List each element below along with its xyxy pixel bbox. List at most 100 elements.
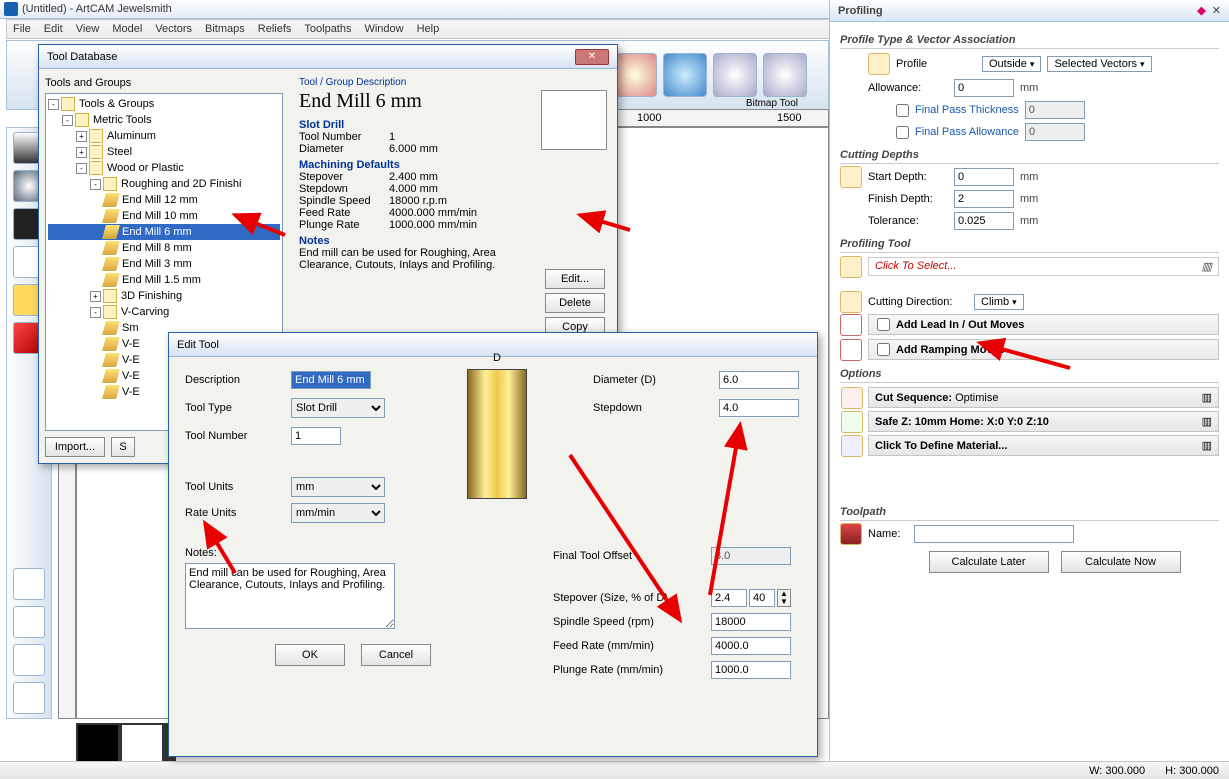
tool-preview-image [467,369,527,499]
tool-rect[interactable] [13,568,45,600]
menu-model[interactable]: Model [112,23,142,35]
stepover-size-input[interactable] [711,589,747,607]
tree-item[interactable]: End Mill 12 mm [48,192,280,208]
tree-item[interactable]: End Mill 10 mm [48,208,280,224]
cutting-direction-dropdown[interactable]: Climb [974,294,1024,310]
tree-item[interactable]: -V-Carving [48,304,280,320]
plunge-rate-input[interactable] [711,661,791,679]
ok-button[interactable]: OK [275,644,345,666]
rate-units-select[interactable]: mm/min [291,503,385,523]
rateunits-label: Rate Units [185,507,285,519]
tree-item[interactable]: +Aluminum [48,128,280,144]
diameter-input[interactable] [719,371,799,389]
menu-bitmaps[interactable]: Bitmaps [205,23,245,35]
s-button[interactable]: S [111,437,135,457]
calculate-later-button[interactable]: Calculate Later [929,551,1049,573]
tool-description-label: Tool / Group Description [299,77,607,88]
menu-help[interactable]: Help [417,23,440,35]
final-pass-allowance-check[interactable] [896,126,909,139]
spindle-speed-input[interactable] [711,613,791,631]
notes-label: Notes: [185,547,431,559]
tree-item[interactable]: -Roughing and 2D Finishi [48,176,280,192]
tree-item[interactable]: +3D Finishing [48,288,280,304]
toolbar-button[interactable] [663,53,707,97]
toolbar-button[interactable] [763,53,807,97]
tree-item[interactable]: End Mill 6 mm [48,224,280,240]
import-button[interactable]: Import... [45,437,105,457]
toolbar-label: Bitmap Tool [746,98,798,109]
material-icon [841,435,863,457]
define-material-row[interactable]: Click To Define Material... ▥ [868,435,1219,456]
tree-item[interactable]: End Mill 3 mm [48,256,280,272]
menu-reliefs[interactable]: Reliefs [258,23,292,35]
ramp-moves-check[interactable] [877,343,890,356]
tool-ellipse[interactable] [13,682,45,714]
tolerance-input[interactable] [954,212,1014,230]
description-input[interactable] [291,371,371,389]
menu-toolpaths[interactable]: Toolpaths [304,23,351,35]
menu-view[interactable]: View [76,23,100,35]
tool-number-input[interactable] [291,427,341,445]
tool-cube[interactable] [13,644,45,676]
safez-icon [841,411,863,433]
tree-item[interactable]: +Steel [48,144,280,160]
desc-label: Description [185,374,285,386]
toolbar-button[interactable] [613,53,657,97]
lead-moves-check[interactable] [877,318,890,331]
fpt-input[interactable] [1025,101,1085,119]
toolpath-name-input[interactable] [914,525,1074,543]
menu-file[interactable]: File [13,23,31,35]
profile-side-dropdown[interactable]: Outside [982,56,1041,72]
seq-icon [841,387,863,409]
tooltype-select[interactable]: Slot Drill [291,398,385,418]
safe-z-row[interactable]: Safe Z: 10mm Home: X:0 Y:0 Z:10 ▥ [868,411,1219,432]
toolnum-label: Tool Number [185,430,285,442]
window-title: (Untitled) - ArtCAM Jewelsmith [22,3,172,15]
start-depth-label: Start Depth: [868,171,948,183]
menu-vectors[interactable]: Vectors [155,23,192,35]
notes-textarea[interactable]: End mill can be used for Roughing, Area … [185,563,395,629]
allowance-input[interactable] [954,79,1014,97]
calculate-now-button[interactable]: Calculate Now [1061,551,1181,573]
final-pass-thickness-check[interactable] [896,104,909,117]
tree-item[interactable]: -Tools & Groups [48,96,280,112]
edit-button[interactable]: Edit... [545,269,605,289]
final-tool-offset-input [711,547,791,565]
section-profile-type: Profile Type & Vector Association [840,34,1219,49]
tree-item[interactable]: End Mill 1.5 mm [48,272,280,288]
stepper-icon[interactable]: ▲▼ [777,589,791,607]
status-width: W: 300.000 [1089,765,1145,777]
fpa-input[interactable] [1025,123,1085,141]
tree-item[interactable]: -Metric Tools [48,112,280,128]
vector-selection-dropdown[interactable]: Selected Vectors [1047,56,1151,72]
section-options: Options [840,368,1219,383]
feed-label: Feed Rate (mm/min) [553,640,703,652]
tree-item[interactable]: End Mill 8 mm [48,240,280,256]
kv-row: Diameter6.000 mm [299,143,541,155]
cut-sequence-row[interactable]: Cut Sequence: Optimise ▥ [868,387,1219,408]
toolbar-button[interactable] [713,53,757,97]
dialog-close-button[interactable]: ✕ [575,49,609,65]
eraser-icon[interactable]: ◆ [1197,5,1205,17]
kv-row: Stepover2.400 mm [299,171,607,183]
kv-row: Feed Rate4000.000 mm/min [299,207,607,219]
tree-item[interactable]: -Wood or Plastic [48,160,280,176]
cancel-button[interactable]: Cancel [361,644,431,666]
menu-edit[interactable]: Edit [44,23,63,35]
dialog-title: Edit Tool [177,339,219,351]
tool-shape-preview [541,90,607,150]
finish-depth-input[interactable] [954,190,1014,208]
panel-close-icon[interactable]: ✕ [1212,5,1221,17]
start-depth-input[interactable] [954,168,1014,186]
tooltype-label: Tool Type [185,402,285,414]
tool-path[interactable] [13,606,45,638]
click-to-select-tool[interactable]: Click To Select...▥ [868,257,1219,276]
stepdown-input[interactable] [719,399,799,417]
feed-rate-input[interactable] [711,637,791,655]
kv-row: Spindle Speed18000 r.p.m [299,195,607,207]
menu-window[interactable]: Window [364,23,403,35]
stepover-pct-input[interactable] [749,589,775,607]
panel-title: Profiling [838,5,883,17]
delete-button[interactable]: Delete [545,293,605,313]
tool-units-select[interactable]: mm [291,477,385,497]
